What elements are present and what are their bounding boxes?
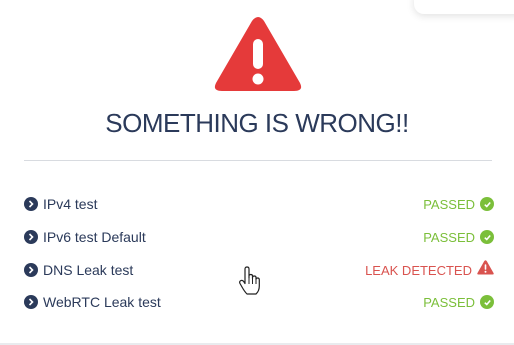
test-label: WebRTC Leak test xyxy=(43,294,161,310)
status-badge: PASSED xyxy=(423,294,475,310)
warning-triangle-icon xyxy=(214,15,302,93)
check-circle-icon xyxy=(480,295,494,309)
check-circle-icon xyxy=(480,197,494,211)
hand-cursor-icon xyxy=(238,266,262,296)
test-label: DNS Leak test xyxy=(43,262,134,278)
top-corner-panel xyxy=(414,0,514,14)
test-row-ipv6[interactable]: IPv6 test Default PASSED xyxy=(24,225,494,249)
test-row-ipv4[interactable]: IPv4 test PASSED xyxy=(24,192,494,216)
page-title: SOMETHING IS WRONG!! xyxy=(105,108,409,138)
chevron-right-icon[interactable] xyxy=(24,230,38,244)
status-badge: PASSED xyxy=(423,196,475,212)
chevron-right-icon[interactable] xyxy=(24,263,38,277)
test-label: IPv4 test xyxy=(43,196,98,212)
divider xyxy=(24,160,492,161)
chevron-right-icon[interactable] xyxy=(24,197,38,211)
status-badge: PASSED xyxy=(423,229,475,245)
test-label: IPv6 test Default xyxy=(43,229,146,245)
leak-test-result-page: SOMETHING IS WRONG!! IPv4 test PASSED IP… xyxy=(0,0,514,345)
check-circle-icon xyxy=(480,230,494,244)
chevron-right-icon[interactable] xyxy=(24,295,38,309)
warning-icon xyxy=(477,260,494,280)
status-badge: LEAK DETECTED xyxy=(365,262,472,278)
